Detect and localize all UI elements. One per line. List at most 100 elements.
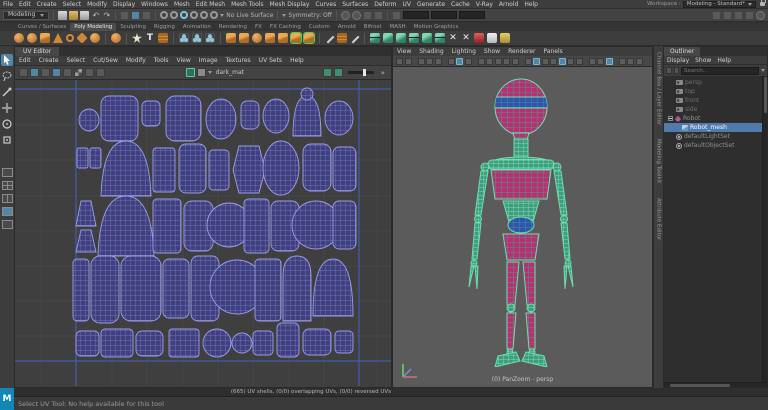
menu-arnold[interactable]: Arnold xyxy=(496,0,521,9)
menu-create[interactable]: Create xyxy=(34,0,60,9)
vp-bookmarks-icon[interactable] xyxy=(426,57,433,65)
vp-shadows-icon[interactable] xyxy=(558,57,566,65)
uv-texture-borders-icon[interactable] xyxy=(52,68,61,77)
shelf-tab-motion-graphics[interactable]: Motion Graphics xyxy=(410,23,463,31)
sphere-project-icon[interactable] xyxy=(111,33,121,43)
sidebar-toggle-attributeeditor-icon[interactable] xyxy=(723,10,732,20)
boolean-icon[interactable] xyxy=(265,33,275,43)
lock-icon[interactable] xyxy=(760,0,766,6)
vp-menu-show[interactable]: Show xyxy=(480,48,504,55)
ipr-render-icon[interactable] xyxy=(351,10,361,20)
menu-mesh-display[interactable]: Mesh Display xyxy=(267,0,313,9)
uv-snapshot-icon[interactable] xyxy=(487,33,497,43)
scale-tool-icon[interactable] xyxy=(1,134,13,146)
outliner-item-defaultobjectset[interactable]: defaultObjectSet xyxy=(664,141,762,150)
cylindrical-projection-icon[interactable] xyxy=(396,33,406,43)
uv-checker-map-icon[interactable] xyxy=(74,68,83,77)
vp-select-camera-icon[interactable] xyxy=(396,57,403,65)
vp-film-gate-icon[interactable] xyxy=(464,57,472,65)
smooth-icon[interactable] xyxy=(252,33,262,43)
uv-grid-toggle-icon[interactable] xyxy=(19,68,28,77)
uv-menu-cut-sew[interactable]: Cut/Sew xyxy=(89,57,122,64)
ol-menu-show[interactable]: Show xyxy=(692,57,714,64)
outliner-item-persp[interactable]: persp xyxy=(664,78,762,87)
uv-menu-help[interactable]: Help xyxy=(286,57,308,64)
uv-refresh-icon[interactable] xyxy=(322,68,332,77)
material-swatch[interactable] xyxy=(196,68,206,77)
uv-display-image-icon[interactable] xyxy=(185,68,195,77)
vp-exposure-icon[interactable] xyxy=(618,57,626,65)
coord-y-field[interactable] xyxy=(430,11,457,19)
snap-curve-icon[interactable] xyxy=(170,11,179,19)
menu-modify[interactable]: Modify xyxy=(84,0,110,9)
insert-edge-loop-icon[interactable] xyxy=(337,33,347,43)
vp-resolution-gate-icon[interactable] xyxy=(477,57,485,65)
layout-outliner-pane-button[interactable] xyxy=(1,220,13,229)
render-settings-icon[interactable] xyxy=(362,10,372,20)
snap-point-icon[interactable] xyxy=(180,11,189,19)
combine-icon[interactable] xyxy=(226,33,236,43)
quad-draw-icon[interactable] xyxy=(349,33,360,43)
select-tool-icon[interactable] xyxy=(1,54,13,66)
search-input[interactable] xyxy=(681,66,759,75)
bridge-icon[interactable] xyxy=(303,32,315,44)
menu-mesh[interactable]: Mesh xyxy=(171,0,193,9)
render-frame-icon[interactable] xyxy=(340,10,350,20)
vp-motion-blur-icon[interactable] xyxy=(575,57,583,65)
snap-projected-center-icon[interactable] xyxy=(190,11,199,19)
poly-torus-icon[interactable] xyxy=(66,34,74,42)
duplicate-shelf-icon[interactable] xyxy=(474,33,484,43)
uv-shade-uvs-icon[interactable] xyxy=(41,68,50,77)
uv-view-image-icon[interactable] xyxy=(96,68,105,77)
shelf-tab-fx[interactable]: FX xyxy=(251,23,266,31)
outliner-horizontal-scrollbar[interactable] xyxy=(664,382,767,387)
menu-uv[interactable]: UV xyxy=(400,0,415,9)
layout-four-pane-button[interactable] xyxy=(1,181,13,190)
layout-single-pane-button[interactable] xyxy=(1,168,13,177)
vp-menu-renderer[interactable]: Renderer xyxy=(504,48,539,55)
image-dim-slider[interactable] xyxy=(347,69,374,76)
uv-editor-title[interactable]: UV Editor xyxy=(15,47,60,56)
select-hierarchy-icon[interactable] xyxy=(120,10,130,20)
uv-menu-select[interactable]: Select xyxy=(63,57,90,64)
menu-set-dropdown[interactable]: Modeling xyxy=(3,10,50,20)
outliner-title[interactable]: Outliner xyxy=(664,47,701,56)
vp-textured-icon[interactable] xyxy=(541,57,549,65)
distance-tool-icon[interactable] xyxy=(205,33,215,43)
snap-view-plane-icon[interactable] xyxy=(200,11,209,19)
svg-tool-icon[interactable] xyxy=(158,33,168,43)
vp-xray-icon[interactable] xyxy=(597,57,604,65)
outliner-item-front[interactable]: front xyxy=(664,96,762,105)
sidebar-toggle-channelbox-icon[interactable] xyxy=(712,10,721,20)
move-tool-icon[interactable] xyxy=(1,102,13,114)
vp-gamma-icon[interactable] xyxy=(627,57,634,65)
scrollbar-thumb[interactable] xyxy=(764,77,767,113)
vp-image-plane-icon[interactable] xyxy=(434,57,442,65)
shelf-tab-curves-surfaces[interactable]: Curves / Surfaces xyxy=(14,23,70,31)
vp-2d-panzoom-icon[interactable] xyxy=(447,57,455,65)
menu-display[interactable]: Display xyxy=(110,0,138,9)
unfold-icon[interactable] xyxy=(435,33,445,43)
vp-menu-lighting[interactable]: Lighting xyxy=(448,48,480,55)
vp-use-all-lights-icon[interactable] xyxy=(550,57,557,65)
command-line[interactable]: (665) UV shells, (0/0) overlapping UVs, … xyxy=(14,388,768,397)
layout-two-pane-button[interactable] xyxy=(1,194,13,203)
menu-deform[interactable]: Deform xyxy=(371,0,399,9)
uv-menu-tools[interactable]: Tools xyxy=(150,57,173,64)
super-shape-icon[interactable] xyxy=(132,33,142,43)
vp-camera-attrs-icon[interactable] xyxy=(417,57,425,65)
shelf-tab-poly-modeling[interactable]: Poly Modeling xyxy=(70,23,117,31)
uv-set-editor-icon[interactable] xyxy=(500,33,510,43)
sidebar-toggle-toolsettings-icon[interactable] xyxy=(734,10,743,20)
tab-modeling-toolkit[interactable]: Modeling Toolkit xyxy=(656,139,662,183)
menu-windows[interactable]: Windows xyxy=(138,0,171,9)
menu-vray[interactable]: V-Ray xyxy=(473,0,496,9)
shelf-tab-fx-caching[interactable]: FX Caching xyxy=(266,23,305,31)
uv-menu-create[interactable]: Create xyxy=(35,57,63,64)
viewport-canvas[interactable]: (0) PanZoom - persp xyxy=(393,67,652,387)
coord-x-field[interactable] xyxy=(402,11,429,19)
vp-xray-joints-icon[interactable] xyxy=(605,57,613,65)
rotate-tool-icon[interactable] xyxy=(1,118,13,130)
material-name[interactable]: dark_mat xyxy=(216,69,244,76)
poly-cone-icon[interactable] xyxy=(53,33,63,43)
